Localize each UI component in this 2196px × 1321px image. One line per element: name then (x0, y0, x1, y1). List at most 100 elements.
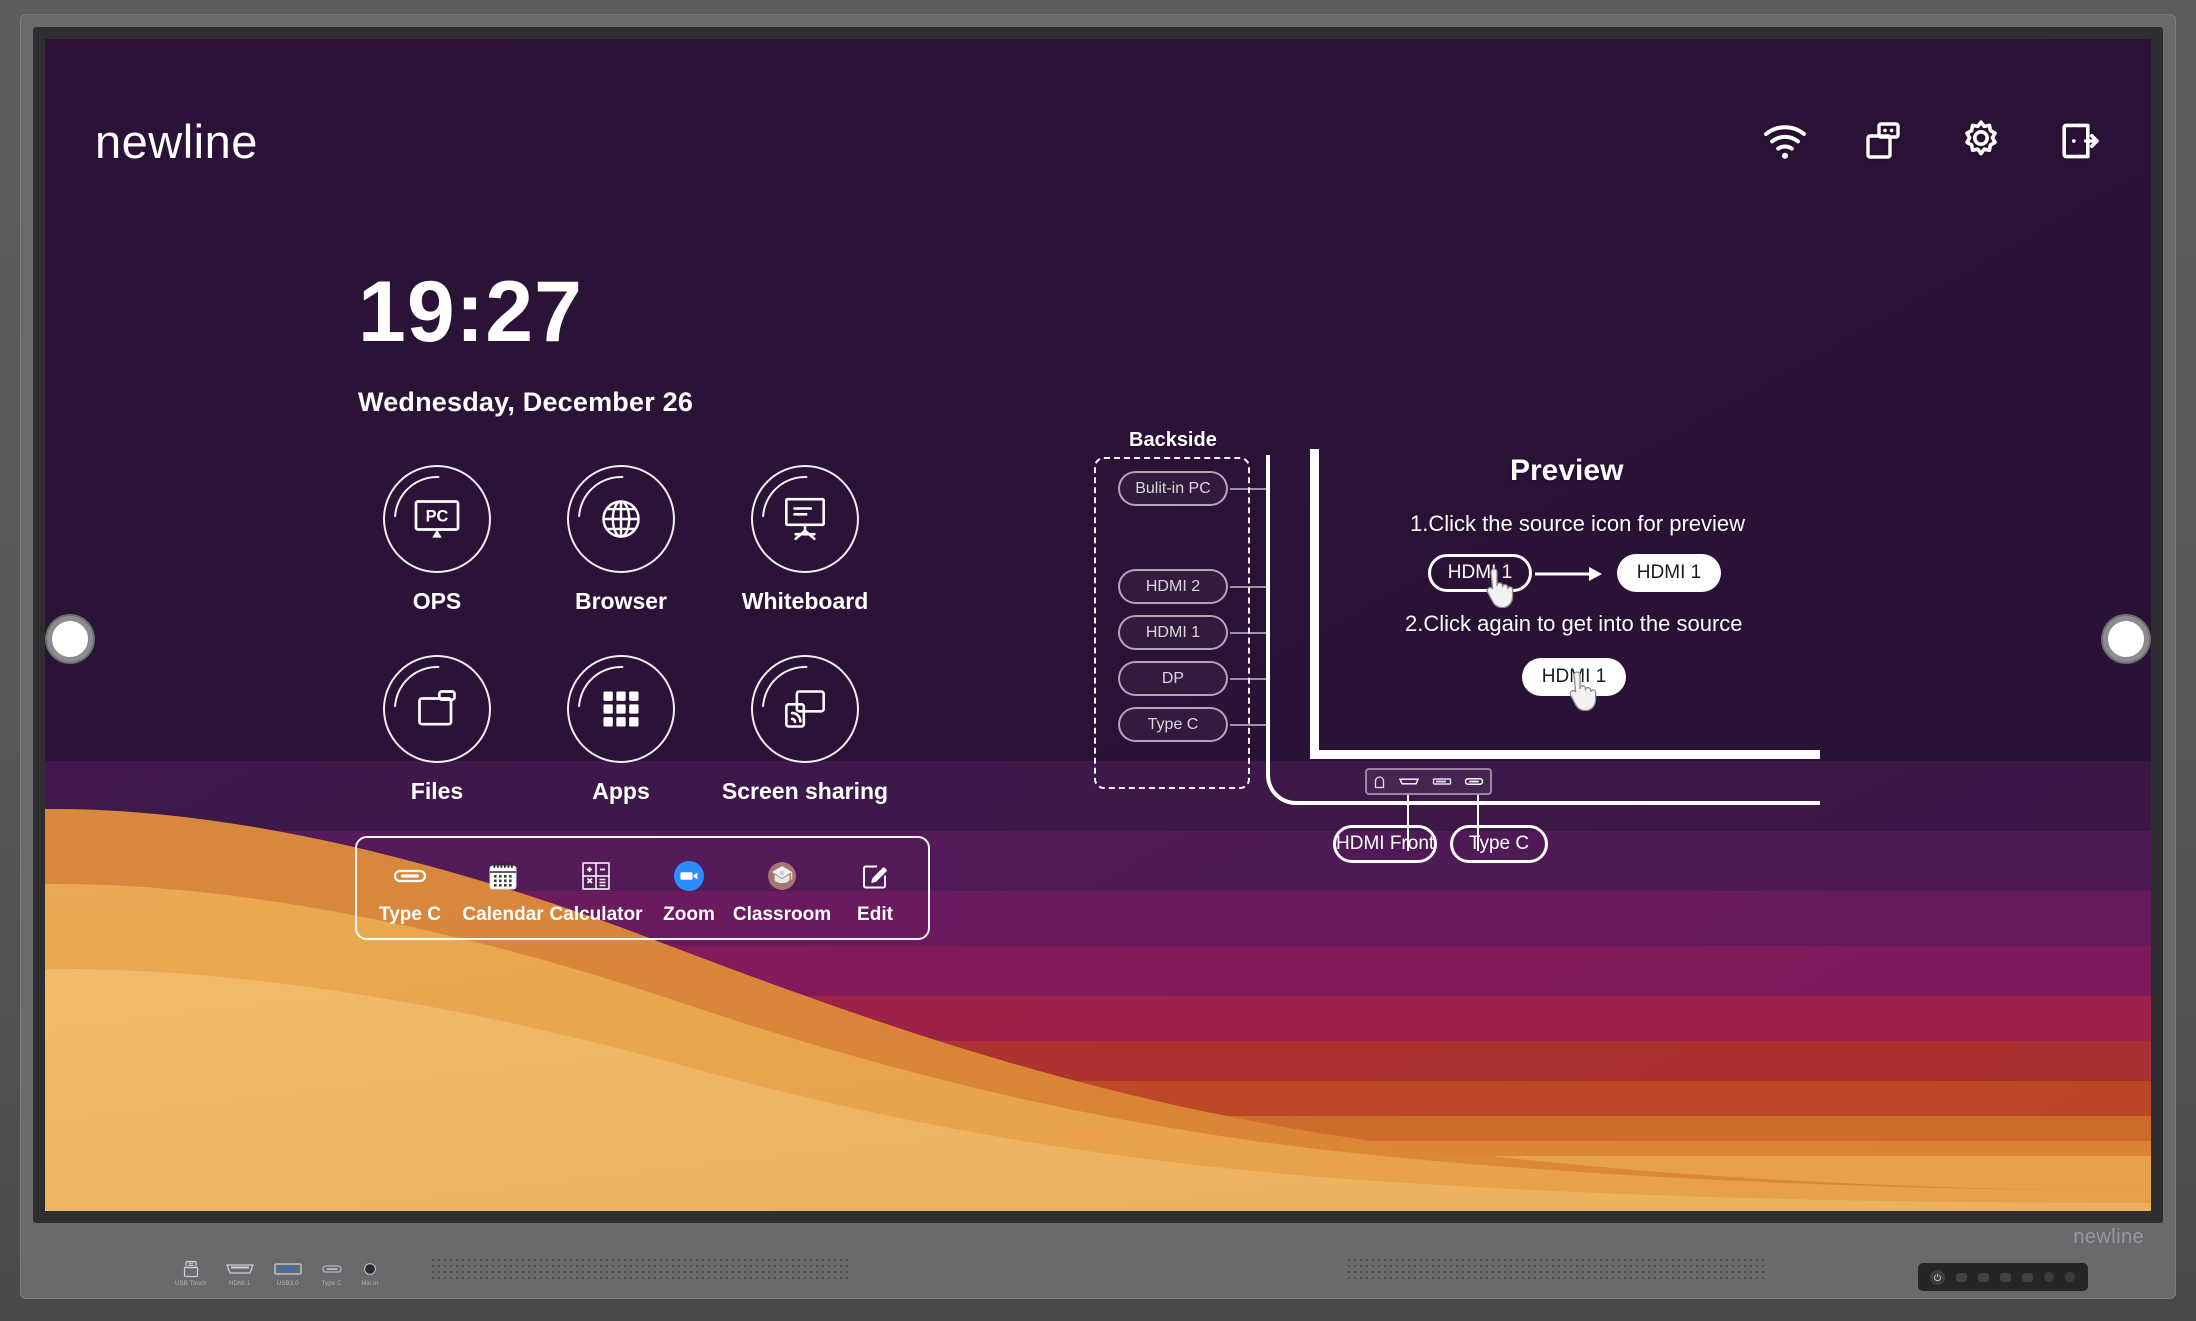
app-circle-browser[interactable] (567, 465, 675, 573)
google-classroom-icon (766, 856, 798, 896)
app-label: Whiteboard (741, 588, 869, 614)
globe-icon (602, 500, 640, 538)
dock-item-zoom[interactable]: Zoom (658, 856, 720, 926)
app-item-files[interactable]: Files (345, 655, 529, 845)
front-control-panel (1918, 1263, 2088, 1291)
preview-frame-bracket (1310, 449, 1820, 759)
hardware-port-type-c[interactable]: Type C (321, 1260, 343, 1287)
hdmi-icon (225, 1264, 254, 1274)
app-circle-apps[interactable] (567, 655, 675, 763)
pc-monitor-icon: PC (414, 500, 460, 538)
usb-c-port-icon (1464, 776, 1484, 787)
display-screen: newline 19:27 Wednesday, December 26 PC … (45, 39, 2151, 1211)
lead-line-hdmi-1 (1230, 632, 1268, 634)
dock-bar: Type C Calendar Calculator Zoom Classroo… (355, 836, 930, 940)
app-circle-screen-sharing[interactable] (751, 655, 859, 763)
usb-drive-icon[interactable] (1859, 117, 1907, 165)
app-circle-ops[interactable]: PC (383, 465, 491, 573)
dock-item-type-c[interactable]: Type C (379, 856, 441, 926)
mic-jack-icon (363, 1262, 376, 1276)
speaker-grille-left (430, 1257, 850, 1283)
newline-logo: newline (95, 115, 258, 168)
interactive-display-device: newline 19:27 Wednesday, December 26 PC … (0, 0, 2196, 1321)
power-port-icon (1373, 775, 1386, 789)
dock-label: Classroom (732, 904, 832, 925)
app-item-browser[interactable]: Browser (529, 465, 713, 655)
cast-icon (785, 690, 825, 728)
usb-c-icon (393, 856, 427, 896)
folder-icon (418, 690, 456, 726)
clock-date: Wednesday, December 26 (358, 387, 694, 417)
app-circle-whiteboard[interactable] (751, 465, 859, 573)
hardware-port-mic-in[interactable]: Mic in (361, 1260, 379, 1287)
front-pill-typec[interactable]: Type C (1450, 825, 1548, 863)
dock-item-classroom[interactable]: Classroom (733, 856, 831, 926)
app-item-ops[interactable]: PC OPS (345, 465, 529, 655)
hardware-port-label: Mic in (361, 1281, 379, 1287)
svg-text:PC: PC (426, 507, 449, 525)
usb-c-icon (322, 1265, 342, 1273)
preview-pill-source[interactable]: HDMI 1 (1428, 554, 1532, 592)
hardware-port-label: HDMI 1 (228, 1281, 251, 1287)
hardware-port-usb3[interactable]: USB3.0 (273, 1260, 303, 1287)
usb-a-icon (274, 1263, 302, 1275)
dock-label: Calculator (549, 904, 643, 925)
hardware-port-usb-touch[interactable]: USB Touch (175, 1260, 207, 1287)
lead-line-dp (1230, 678, 1268, 680)
whiteboard-icon (785, 497, 825, 541)
app-item-apps[interactable]: Apps (529, 655, 713, 845)
front-panel-connector-line (1340, 801, 1820, 805)
bezel-brand-logo: newline (2073, 1226, 2144, 1248)
source-pill-hdmi-1[interactable]: HDMI 1 (1118, 615, 1228, 650)
power-button[interactable] (1930, 1269, 1945, 1285)
control-button-1[interactable] (1956, 1272, 1967, 1282)
control-button-3[interactable] (2000, 1272, 2011, 1282)
hdmi-port-icon (1398, 776, 1420, 787)
app-label: Browser (574, 588, 668, 614)
hardware-port-label: Type C (321, 1281, 342, 1287)
preview-step-1-text: 1.Click the source icon for preview (1410, 511, 1746, 536)
source-pill-type-c[interactable]: Type C (1118, 707, 1228, 742)
control-button-2[interactable] (1978, 1272, 1989, 1282)
app-item-screen-sharing[interactable]: Screen sharing (713, 655, 897, 845)
control-button-4[interactable] (2022, 1272, 2033, 1282)
side-key-right[interactable] (2103, 616, 2149, 662)
source-pill-builtin-pc[interactable]: Bulit-in PC (1118, 471, 1228, 506)
gear-icon[interactable] (1957, 117, 2005, 165)
preview-pill-result[interactable]: HDMI 1 (1617, 554, 1721, 592)
side-key-left[interactable] (47, 616, 93, 662)
dock-item-calendar[interactable]: Calendar (462, 856, 544, 926)
hardware-port-hdmi[interactable]: HDMI 1 (225, 1260, 255, 1287)
app-label: OPS (412, 588, 462, 614)
connector-spine (1266, 455, 1270, 775)
app-label: Files (410, 778, 464, 804)
usb-b-icon (183, 1260, 198, 1278)
app-launcher-grid: PC OPS Browser Whiteboard Files Apps Scr… (345, 465, 897, 845)
zoom-camera-icon (673, 856, 705, 896)
usb-a-port-icon (1432, 776, 1452, 787)
app-label: Screen sharing (721, 778, 889, 804)
exit-icon[interactable] (2055, 117, 2103, 165)
app-item-whiteboard[interactable]: Whiteboard (713, 465, 897, 655)
wifi-icon[interactable] (1761, 117, 1809, 165)
backside-title: Backside (1129, 429, 1217, 451)
lead-line-hdmi-2 (1230, 586, 1268, 588)
control-indicator-2 (2065, 1272, 2075, 1282)
front-pill-hdmi[interactable]: HDMI Front (1333, 825, 1438, 863)
connector-spine-curve (1266, 745, 1346, 805)
lead-line-builtin-pc (1230, 488, 1268, 490)
source-pill-hdmi-2[interactable]: HDMI 2 (1118, 569, 1228, 604)
arrow-right-icon (1535, 567, 1602, 581)
preview-pill-step2[interactable]: HDMI 1 (1522, 658, 1626, 696)
dock-label: Zoom (663, 904, 715, 925)
source-pill-dp[interactable]: DP (1118, 661, 1228, 696)
app-label: Apps (592, 778, 650, 804)
preview-title: Preview (1510, 454, 1624, 487)
app-circle-files[interactable] (383, 655, 491, 763)
clock-time: 19:27 (358, 264, 583, 360)
calculator-icon (580, 856, 612, 896)
dock-item-calculator[interactable]: Calculator (550, 856, 642, 926)
calendar-icon (487, 856, 519, 896)
control-indicator-1 (2044, 1272, 2054, 1282)
dock-item-edit[interactable]: Edit (844, 856, 906, 926)
